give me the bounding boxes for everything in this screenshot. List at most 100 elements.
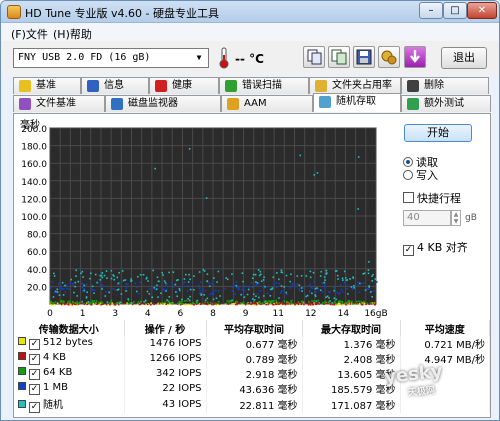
scatter-point (331, 302, 334, 304)
scatter-point (212, 298, 215, 301)
scatter-point (256, 281, 259, 284)
scatter-point (325, 302, 328, 305)
scatter-point (346, 279, 348, 281)
tab-r1-4[interactable]: 文件夹占用率 (309, 77, 401, 94)
scatter-point (299, 154, 302, 157)
quick-stroke-checkbox[interactable]: 快捷行程 (403, 190, 461, 206)
table-row: ✓ 512 bytes 1476 IOPS 0.677 毫秒 1.376 毫秒 0.721… (14, 336, 490, 351)
maximize-button[interactable]: □ (443, 2, 467, 19)
scatter-point (72, 283, 74, 285)
scatter-point (286, 293, 288, 296)
tab-r2-2[interactable]: AAM (221, 95, 313, 112)
scatter-point (148, 293, 151, 295)
scatter-point (162, 288, 165, 291)
scatter-point (110, 301, 113, 303)
write-radio[interactable]: 写入 (403, 167, 438, 183)
tab-r1-2[interactable]: 健康 (149, 77, 219, 94)
tab-r1-5[interactable]: 删除 (401, 77, 489, 94)
scatter-point (369, 302, 372, 305)
scatter-point (325, 296, 327, 298)
tab-label: 健康 (172, 80, 192, 91)
tab-r1-0[interactable]: 基准 (13, 77, 81, 94)
minimize-button[interactable]: – (419, 2, 443, 19)
scatter-point (196, 299, 199, 302)
download-icon[interactable] (404, 46, 426, 68)
series-checkbox[interactable]: ✓ (29, 384, 40, 395)
scatter-point (216, 281, 218, 283)
series-checkbox[interactable]: ✓ (29, 369, 40, 380)
scatter-point (206, 297, 209, 300)
scatter-point (328, 303, 331, 305)
menu-help[interactable]: (H)帮助 (53, 26, 92, 42)
scatter-point (198, 287, 201, 289)
scatter-point (179, 289, 181, 292)
scatter-point (153, 286, 156, 289)
scatter-point (237, 288, 240, 291)
scatter-point (205, 303, 207, 305)
spin-arrows-icon[interactable]: ▲ ▼ (451, 210, 461, 226)
scatter-point (258, 296, 260, 299)
scatter-point (306, 294, 309, 297)
tab-r1-1[interactable]: 信息 (81, 77, 149, 94)
scatter-point (323, 281, 325, 284)
settings-icon[interactable] (378, 46, 400, 68)
drive-select[interactable]: FNY USB 2.0 FD (16 gB) ▼ (13, 48, 209, 68)
scatter-point (83, 284, 86, 287)
scatter-point (118, 303, 120, 306)
scatter-point (360, 300, 363, 303)
scatter-point (333, 286, 335, 289)
scatter-point (99, 279, 102, 281)
tab-r1-3[interactable]: 错误扫描 (219, 77, 309, 94)
avg-unit: 毫秒 (277, 370, 298, 381)
scatter-point (240, 302, 242, 304)
tab-r2-1[interactable]: 磁盘监视器 (105, 95, 221, 112)
align-4kb-checkbox[interactable]: ✓ 4 KB 对齐 (403, 239, 468, 256)
tab-r2-3[interactable]: 随机存取 (313, 93, 401, 112)
save-icon[interactable] (353, 46, 375, 68)
start-button[interactable]: 开始 (404, 124, 472, 142)
scatter-point (116, 276, 119, 279)
scatter-point (352, 303, 354, 305)
menu-file[interactable]: (F)文件 (11, 26, 48, 42)
max-cell: 1.376 毫秒 (302, 336, 401, 351)
series-checkbox[interactable]: ✓ (29, 402, 40, 413)
scatter-point (300, 287, 303, 289)
scatter-point (278, 282, 281, 285)
scatter-point (280, 269, 283, 272)
scatter-point (69, 282, 72, 284)
quick-stroke-input[interactable]: 40 (403, 210, 451, 226)
ops-cell: 1476 IOPS (124, 336, 207, 351)
scatter-point (230, 300, 233, 303)
scatter-point (371, 295, 373, 298)
scatter-point (211, 290, 214, 293)
copy-screen-icon[interactable] (328, 46, 350, 68)
scatter-point (144, 299, 147, 302)
scatter-point (314, 287, 317, 290)
scatter-point (164, 301, 166, 303)
close-button[interactable]: ✕ (467, 2, 497, 19)
scatter-point (53, 272, 55, 275)
scatter-point (350, 286, 353, 288)
scatter-point (110, 269, 113, 272)
scatter-point (113, 278, 116, 281)
title-bar[interactable]: HD Tune 专业版 v4.60 - 硬盘专业工具 – □ ✕ (1, 1, 499, 23)
x-tick-label: 8 (210, 309, 216, 319)
scatter-point (280, 292, 282, 294)
series-checkbox[interactable]: ✓ (29, 339, 40, 350)
x-tick-label: 3 (112, 309, 118, 319)
quick-stroke-unit: gB (465, 213, 477, 223)
copy-info-icon[interactable] (303, 46, 325, 68)
tab-r2-4[interactable]: 额外测试 (401, 95, 491, 112)
scatter-point (283, 300, 286, 303)
exit-button[interactable]: 退出 (441, 47, 487, 69)
header-max: 最大存取时间 (302, 320, 401, 336)
scatter-point (346, 302, 348, 304)
series-checkbox[interactable]: ✓ (29, 354, 40, 365)
scatter-point (171, 282, 173, 284)
scatter-point (320, 270, 323, 273)
tab-r2-0[interactable]: 文件基准 (13, 95, 105, 112)
scatter-point (257, 302, 260, 305)
scatter-point (162, 274, 164, 276)
chevron-down-icon[interactable]: ▼ (192, 51, 206, 65)
scatter-point (189, 278, 191, 281)
